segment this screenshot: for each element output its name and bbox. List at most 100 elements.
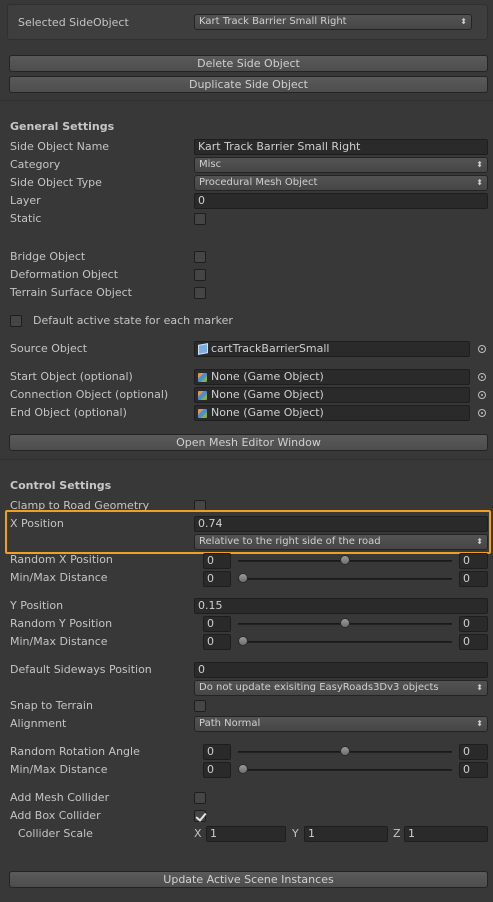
collider-scale-z-input[interactable]: 1 xyxy=(404,826,488,842)
min-max-distance-label: Min/Max Distance xyxy=(10,763,108,776)
collider-scale-x-axis-label: X xyxy=(194,827,202,840)
chevron-updown-icon: ⬍ xyxy=(476,719,483,728)
object-picker-icon[interactable] xyxy=(478,345,486,353)
add-box-collider-checkbox[interactable] xyxy=(194,810,206,822)
category-label: Category xyxy=(10,158,61,171)
y-position-input[interactable]: 0.15 xyxy=(194,598,488,614)
game-object-icon xyxy=(198,391,207,400)
side-object-name-input[interactable]: Kart Track Barrier Small Right xyxy=(194,139,488,155)
selected-sideobject-value: Kart Track Barrier Small Right xyxy=(199,16,347,27)
mesh-icon xyxy=(198,343,208,355)
add-mesh-collider-checkbox[interactable] xyxy=(194,792,206,804)
duplicate-side-object-button[interactable]: Duplicate Side Object xyxy=(9,76,488,93)
selected-sideobject-dropdown[interactable]: Kart Track Barrier Small Right ⬍ xyxy=(194,14,472,30)
add-mesh-collider-label: Add Mesh Collider xyxy=(10,791,110,804)
connection-object-value: None (Game Object) xyxy=(211,388,324,401)
terrain-surface-object-label: Terrain Surface Object xyxy=(10,286,132,299)
default-active-state-checkbox[interactable] xyxy=(10,315,22,327)
min-max-distance-slider-thumb[interactable] xyxy=(238,636,248,646)
layer-input[interactable]: 0 xyxy=(194,193,488,209)
collider-scale-z-axis-label: Z xyxy=(393,827,401,840)
terrain-surface-object-checkbox[interactable] xyxy=(194,287,206,299)
object-picker-icon[interactable] xyxy=(478,391,486,399)
side-object-type-dropdown[interactable]: Procedural Mesh Object ⬍ xyxy=(194,175,488,191)
snap-to-terrain-checkbox[interactable] xyxy=(194,700,206,712)
deformation-object-label: Deformation Object xyxy=(10,268,119,281)
random-rotation-slider-thumb[interactable] xyxy=(340,746,350,756)
sideways-update-mode-value: Do not update exisiting EasyRoads3Dv3 ob… xyxy=(199,682,439,693)
min-max-distance-min-input[interactable]: 0 xyxy=(203,762,231,778)
random-rotation-min-input[interactable]: 0 xyxy=(203,744,231,760)
min-max-distance-min-input[interactable]: 0 xyxy=(203,634,231,650)
min-max-distance-slider-track[interactable] xyxy=(238,769,452,771)
source-object-field[interactable]: cartTrackBarrierSmall xyxy=(194,341,470,357)
add-box-collider-label: Add Box Collider xyxy=(10,809,101,822)
end-object-label: End Object (optional) xyxy=(10,406,127,419)
y-position-label: Y Position xyxy=(10,599,64,612)
x-position-highlight-box xyxy=(5,510,491,554)
game-object-icon xyxy=(198,409,207,418)
alignment-value: Path Normal xyxy=(199,718,261,729)
snap-to-terrain-label: Snap to Terrain xyxy=(10,699,93,712)
min-max-distance-slider-thumb[interactable] xyxy=(238,573,248,583)
update-active-scene-instances-button[interactable]: Update Active Scene Instances xyxy=(9,871,488,888)
alignment-label: Alignment xyxy=(10,717,67,730)
chevron-updown-icon: ⬍ xyxy=(476,178,483,187)
end-object-field[interactable]: None (Game Object) xyxy=(194,405,470,421)
end-object-value: None (Game Object) xyxy=(211,406,324,419)
min-max-distance-max-input[interactable]: 0 xyxy=(459,571,488,587)
divider xyxy=(0,100,493,101)
random-x-position-label: Random X Position xyxy=(10,553,113,566)
category-value: Misc xyxy=(199,159,222,170)
collider-scale-y-axis-label: Y xyxy=(292,827,299,840)
side-object-type-value: Procedural Mesh Object xyxy=(199,177,318,188)
min-max-distance-max-input[interactable]: 0 xyxy=(459,762,488,778)
object-picker-icon[interactable] xyxy=(478,409,486,417)
control-settings-header: Control Settings xyxy=(10,479,112,492)
min-max-distance-slider-thumb[interactable] xyxy=(238,764,248,774)
random-y-position-label: Random Y Position xyxy=(10,617,113,630)
connection-object-field[interactable]: None (Game Object) xyxy=(194,387,470,403)
random-y-max-input[interactable]: 0 xyxy=(459,616,488,632)
random-y-min-input[interactable]: 0 xyxy=(203,616,231,632)
general-settings-header: General Settings xyxy=(10,120,115,133)
sideways-update-mode-dropdown[interactable]: Do not update exisiting EasyRoads3Dv3 ob… xyxy=(194,680,488,696)
category-dropdown[interactable]: Misc ⬍ xyxy=(194,157,488,173)
start-object-value: None (Game Object) xyxy=(211,370,324,383)
min-max-distance-slider-track[interactable] xyxy=(238,578,452,580)
alignment-dropdown[interactable]: Path Normal ⬍ xyxy=(194,716,488,732)
static-checkbox[interactable] xyxy=(194,213,206,225)
min-max-distance-slider-track[interactable] xyxy=(238,641,452,643)
deformation-object-checkbox[interactable] xyxy=(194,269,206,281)
source-object-label: Source Object xyxy=(10,342,88,355)
random-x-slider-thumb[interactable] xyxy=(340,555,350,565)
divider xyxy=(0,459,493,460)
bridge-object-checkbox[interactable] xyxy=(194,251,206,263)
source-object-value: cartTrackBarrierSmall xyxy=(211,342,330,355)
collider-scale-x-input[interactable]: 1 xyxy=(206,826,286,842)
game-object-icon xyxy=(198,373,207,382)
default-sideways-position-label: Default Sideways Position xyxy=(10,663,152,676)
random-y-slider-thumb[interactable] xyxy=(340,618,350,628)
random-x-min-input[interactable]: 0 xyxy=(203,553,231,569)
delete-side-object-button[interactable]: Delete Side Object xyxy=(9,55,488,72)
random-x-max-input[interactable]: 0 xyxy=(459,553,488,569)
min-max-distance-label: Min/Max Distance xyxy=(10,635,108,648)
min-max-distance-max-input[interactable]: 0 xyxy=(459,634,488,650)
open-mesh-editor-button[interactable]: Open Mesh Editor Window xyxy=(9,434,488,451)
connection-object-label: Connection Object (optional) xyxy=(10,388,169,401)
bridge-object-label: Bridge Object xyxy=(10,250,86,263)
collider-scale-y-input[interactable]: 1 xyxy=(304,826,388,842)
random-rotation-max-input[interactable]: 0 xyxy=(459,744,488,760)
layer-label: Layer xyxy=(10,194,41,207)
start-object-field[interactable]: None (Game Object) xyxy=(194,369,470,385)
static-label: Static xyxy=(10,212,42,225)
side-object-name-label: Side Object Name xyxy=(10,140,110,153)
random-rotation-angle-label: Random Rotation Angle xyxy=(10,745,140,758)
default-active-state-label: Default active state for each marker xyxy=(33,314,233,327)
object-picker-icon[interactable] xyxy=(478,373,486,381)
start-object-label: Start Object (optional) xyxy=(10,370,133,383)
chevron-updown-icon: ⬍ xyxy=(476,683,483,692)
default-sideways-position-input[interactable]: 0 xyxy=(194,662,488,678)
min-max-distance-min-input[interactable]: 0 xyxy=(203,571,231,587)
